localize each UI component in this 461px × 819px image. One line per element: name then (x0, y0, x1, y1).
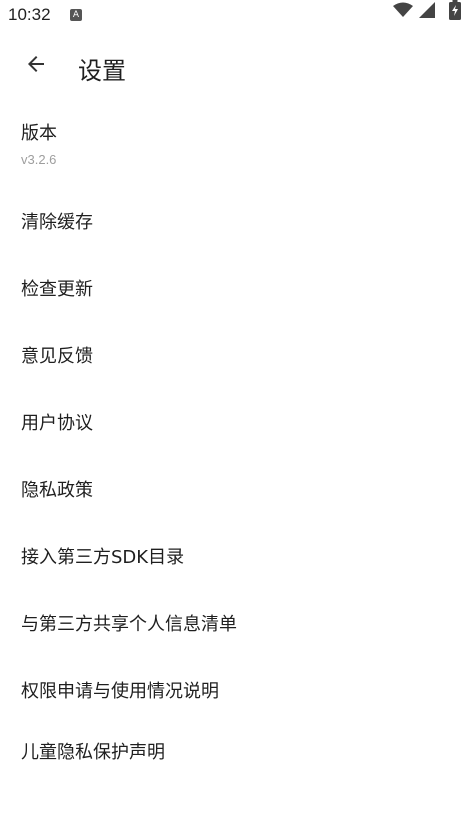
clear-cache-item[interactable]: 清除缓存 (0, 192, 461, 252)
status-bar: 10:32 A (0, 0, 461, 32)
permissions-item[interactable]: 权限申请与使用情况说明 (0, 661, 461, 721)
page-title: 设置 (78, 57, 126, 85)
shared-info-list-label: 与第三方共享个人信息清单 (21, 614, 237, 635)
version-item[interactable]: 版本 v3.2.6 (0, 110, 461, 176)
toolbar: 设置 (0, 38, 461, 94)
back-button[interactable] (18, 48, 54, 84)
shared-info-list-item[interactable]: 与第三方共享个人信息清单 (0, 594, 461, 654)
status-time: 10:32 (8, 5, 51, 24)
battery-icon (449, 0, 461, 24)
permissions-label: 权限申请与使用情况说明 (21, 681, 219, 702)
signal-icon (419, 2, 435, 22)
privacy-policy-label: 隐私政策 (21, 480, 93, 501)
child-privacy-item[interactable]: 儿童隐私保护声明 (0, 722, 461, 782)
wifi-icon (393, 2, 413, 22)
child-privacy-label: 儿童隐私保护声明 (21, 742, 165, 763)
version-value: v3.2.6 (21, 152, 57, 167)
check-update-item[interactable]: 检查更新 (0, 259, 461, 319)
feedback-item[interactable]: 意见反馈 (0, 326, 461, 386)
user-agreement-label: 用户协议 (21, 413, 93, 434)
user-agreement-item[interactable]: 用户协议 (0, 393, 461, 453)
third-party-sdk-label: 接入第三方SDK目录 (21, 547, 185, 568)
check-update-label: 检查更新 (21, 279, 93, 300)
feedback-label: 意见反馈 (21, 346, 93, 367)
privacy-policy-item[interactable]: 隐私政策 (0, 460, 461, 520)
arrow-back-icon (24, 52, 48, 80)
notification-icon: A (70, 9, 82, 21)
clear-cache-label: 清除缓存 (21, 212, 93, 233)
version-label: 版本 (21, 123, 57, 144)
third-party-sdk-item[interactable]: 接入第三方SDK目录 (0, 527, 461, 587)
